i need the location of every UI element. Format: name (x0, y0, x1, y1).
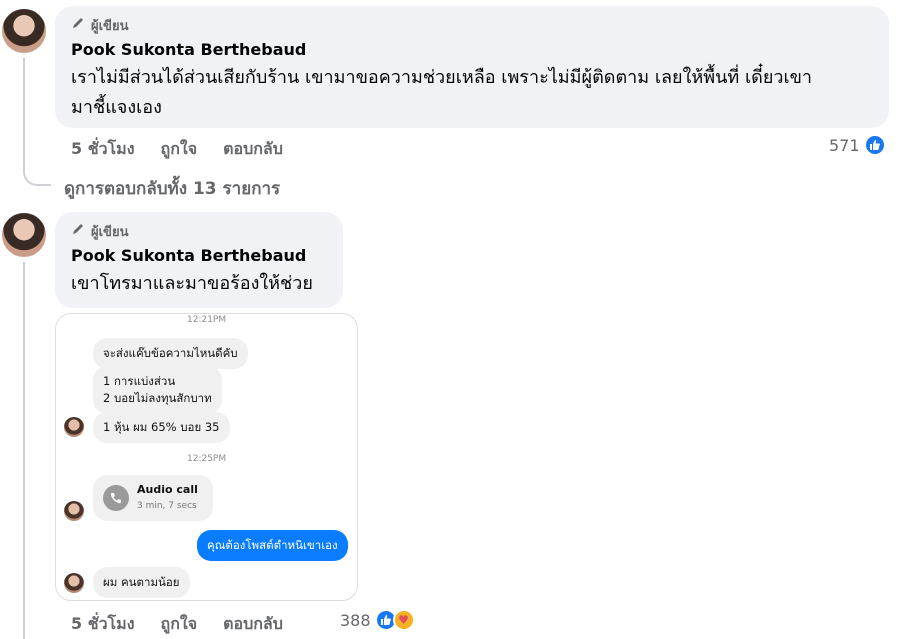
chat-avatar (64, 417, 84, 437)
reply-button[interactable]: ตอบกลับ (223, 612, 283, 637)
comment-bubble: ผู้เขียน Pook Sukonta Berthebaud เราไม่ม… (55, 6, 889, 128)
reaction-count: 388 (340, 610, 371, 630)
author-name[interactable]: Pook Sukonta Berthebaud (71, 246, 329, 266)
comment-actions: 5 ชั่วโมง ถูกใจ ตอบกลับ (71, 612, 283, 637)
like-icon (863, 134, 886, 156)
attached-image[interactable]: 12:21PM จะส่งแค๊บข้อความไหนดีคับ 1 การแบ… (55, 313, 358, 601)
audio-call-duration: 3 min, 7 secs (137, 501, 197, 511)
chat-message-sent: คุณต้องโพสต์ตำหนิเขาเอง (197, 530, 348, 561)
reaction-count: 571 (829, 135, 860, 155)
care-icon: ♥ (392, 609, 415, 631)
chat-avatar (64, 501, 84, 521)
thread-connector (23, 160, 51, 186)
avatar[interactable] (2, 213, 46, 257)
reaction-summary[interactable]: 388 ♥ (340, 609, 415, 631)
comment-actions: 5 ชั่วโมง ถูกใจ ตอบกลับ (71, 137, 283, 162)
chat-message: 1 การแบ่งส่วน 2 บอยไม่ลงทุนสักบาท (93, 366, 222, 414)
chat-timestamp: 12:21PM (187, 315, 227, 325)
author-name[interactable]: Pook Sukonta Berthebaud (71, 40, 875, 60)
like-button[interactable]: ถูกใจ (161, 137, 198, 162)
comment-line: มาชี้แจงเอง (71, 97, 162, 118)
reaction-summary[interactable]: 571 (829, 134, 886, 156)
timestamp-link[interactable]: 5 ชั่วโมง (71, 612, 135, 637)
chat-avatar (64, 573, 84, 593)
audio-call-info: Audio call 3 min, 7 secs (137, 481, 198, 515)
author-badge-label: ผู้เขียน (91, 224, 129, 240)
view-replies-link[interactable]: ดูการตอบกลับทั้ง 13 รายการ (64, 175, 280, 202)
chat-message: ผม คนตามน้อย (93, 567, 190, 598)
audio-call-title: Audio call (137, 483, 198, 496)
audio-call-bubble: Audio call 3 min, 7 secs (93, 475, 213, 521)
phone-icon (103, 485, 129, 511)
author-badge: ผู้เขียน (71, 222, 329, 240)
pencil-icon (71, 222, 85, 240)
author-badge-label: ผู้เขียน (91, 18, 129, 34)
like-button[interactable]: ถูกใจ (161, 612, 198, 637)
timestamp-link[interactable]: 5 ชั่วโมง (71, 137, 135, 162)
comment-bubble: ผู้เขียน Pook Sukonta Berthebaud เขาโทรม… (55, 212, 343, 308)
comment-text: เขาโทรมาและมาขอร้องให้ช่วย (71, 269, 329, 299)
chat-message: 1 หุ้น ผม 65% บอย 35 (93, 412, 230, 443)
chat-message: จะส่งแค๊บข้อความไหนดีคับ (93, 338, 248, 369)
thread-line (23, 262, 25, 639)
comment-line: เขาโทรมาและมาขอร้องให้ช่วย (71, 273, 313, 294)
reply-button[interactable]: ตอบกลับ (223, 137, 283, 162)
chat-message-line: 1 การแบ่งส่วน (103, 374, 176, 388)
comment-line: เราไม่มีส่วนได้ส่วนเสียกับร้าน เขามาขอคว… (71, 67, 813, 88)
pencil-icon (71, 16, 85, 34)
comment-text: เราไม่มีส่วนได้ส่วนเสียกับร้าน เขามาขอคว… (71, 63, 875, 123)
chat-timestamp: 12:25PM (187, 454, 227, 464)
thread-line (23, 58, 25, 168)
author-badge: ผู้เขียน (71, 16, 875, 34)
chat-message-line: 2 บอยไม่ลงทุนสักบาท (103, 391, 212, 405)
avatar[interactable] (2, 9, 46, 53)
